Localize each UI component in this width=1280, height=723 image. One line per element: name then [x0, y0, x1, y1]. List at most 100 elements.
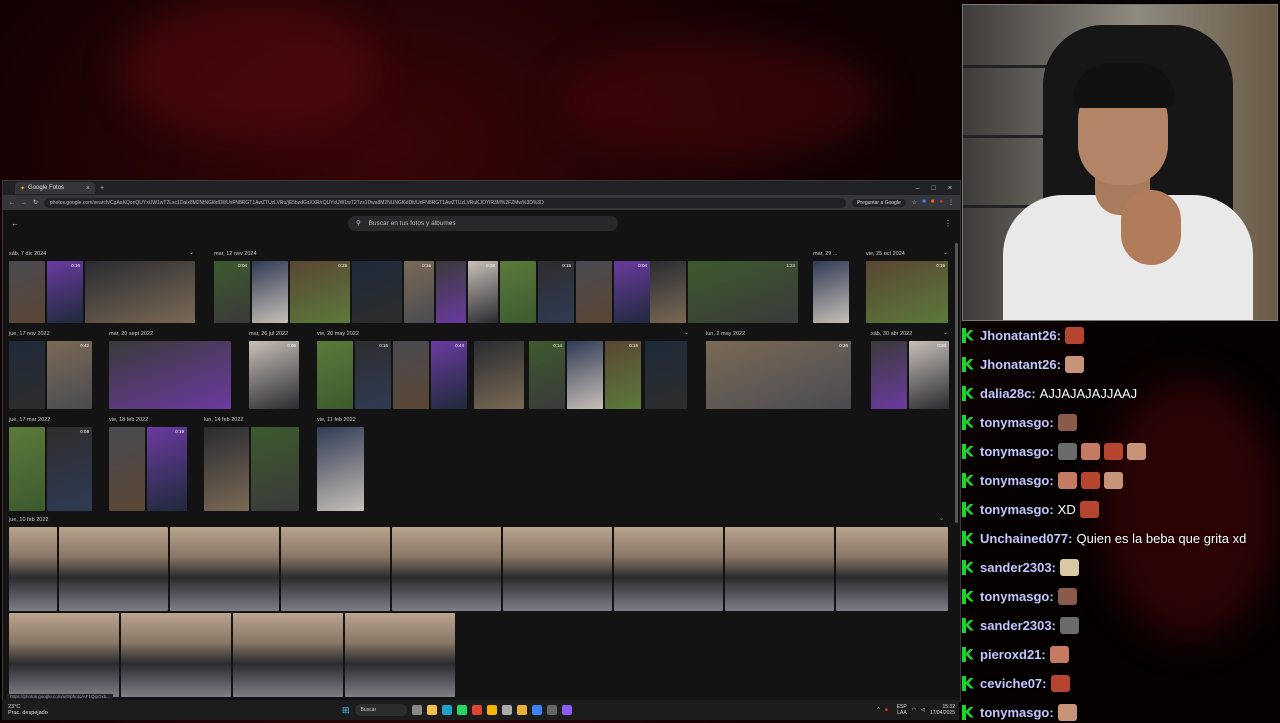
photo-thumbnail[interactable] [352, 261, 402, 323]
clock[interactable]: 15:32 17/04/2025 [930, 704, 955, 716]
file-explorer-icon[interactable] [426, 705, 437, 715]
photo-thumbnail[interactable] [645, 341, 687, 409]
photo-thumbnail[interactable] [9, 261, 45, 323]
bookmark-star-icon[interactable]: ☆ [912, 199, 917, 206]
photo-thumbnail[interactable]: 0:19 [147, 427, 187, 511]
minimize-icon[interactable]: – [916, 185, 920, 192]
photo-thumbnail[interactable] [9, 613, 119, 697]
chat-username[interactable]: tonymasgo: [980, 705, 1054, 720]
app-icon[interactable] [501, 705, 512, 715]
maximize-icon[interactable]: □ [932, 185, 936, 192]
chat-username[interactable]: Unchained077: [980, 531, 1072, 546]
photo-thumbnail[interactable]: 0:44 [431, 341, 467, 409]
photo-thumbnail[interactable] [503, 527, 612, 611]
chat-username[interactable]: sander2303: [980, 618, 1056, 633]
photo-thumbnail[interactable]: 0:06 [249, 341, 299, 409]
photo-thumbnail[interactable] [121, 613, 231, 697]
photo-thumbnail[interactable]: 0:26 [706, 341, 851, 409]
close-window-icon[interactable]: × [948, 185, 952, 192]
start-icon[interactable]: ⊞ [342, 705, 350, 716]
chat-username[interactable]: Jhonatant26: [980, 328, 1061, 343]
collapse-chevron-icon[interactable]: ⌄ [684, 329, 689, 336]
folder-icon[interactable] [516, 705, 527, 715]
chrome-icon[interactable] [486, 705, 497, 715]
photo-thumbnail[interactable] [233, 613, 343, 697]
chat-username[interactable]: tonymasgo: [980, 589, 1054, 604]
photo-thumbnail[interactable] [813, 261, 849, 323]
photo-thumbnail[interactable] [836, 527, 948, 611]
whatsapp-icon[interactable] [456, 705, 467, 715]
new-tab-icon[interactable]: + [100, 185, 104, 192]
collapse-chevron-icon[interactable]: ⌄ [943, 329, 948, 336]
photo-thumbnail[interactable] [9, 527, 57, 611]
photo-thumbnail[interactable] [614, 527, 723, 611]
photo-thumbnail[interactable] [85, 261, 195, 323]
ask-google-button[interactable]: Preguntar a Google [852, 198, 906, 207]
photo-thumbnail[interactable] [204, 427, 249, 511]
photo-thumbnail[interactable] [500, 261, 536, 323]
photo-thumbnail[interactable] [109, 427, 145, 511]
photo-thumbnail[interactable] [576, 261, 612, 323]
chat-username[interactable]: Jhonatant26: [980, 357, 1061, 372]
photo-thumbnail[interactable]: 0:38 [468, 261, 498, 323]
photo-thumbnail[interactable]: 0:29 [290, 261, 350, 323]
photo-thumbnail[interactable] [252, 261, 288, 323]
tray-chevron-icon[interactable]: ^ [877, 707, 879, 713]
photo-thumbnail[interactable] [9, 341, 45, 409]
photo-thumbnail[interactable] [393, 341, 429, 409]
extension-icon[interactable]: ■ [931, 199, 935, 206]
photo-thumbnail[interactable] [251, 427, 299, 511]
photo-thumbnail[interactable]: 0:15 [538, 261, 574, 323]
app-icon[interactable] [531, 705, 542, 715]
collapse-chevron-icon[interactable]: ⌄ [189, 249, 194, 256]
extension-icon[interactable]: ■ [922, 199, 926, 206]
chrome-icon[interactable] [471, 705, 482, 715]
photo-thumbnail[interactable]: 0:04 [214, 261, 250, 323]
photo-thumbnail[interactable] [170, 527, 279, 611]
scrollbar[interactable] [955, 243, 958, 523]
photo-thumbnail[interactable]: 1:24 [688, 261, 798, 323]
photos-search-input[interactable]: ⚲ Buscar en tus fotos y álbumes [348, 215, 618, 231]
chat-username[interactable]: pieroxd21: [980, 647, 1046, 662]
tray-lang[interactable]: ESP LAA [893, 704, 907, 716]
more-options-icon[interactable]: ⋮ [944, 219, 952, 228]
photo-thumbnail[interactable] [109, 341, 231, 409]
chat-username[interactable]: tonymasgo: [980, 415, 1054, 430]
profile-avatar-icon[interactable]: ● [939, 199, 943, 206]
chat-username[interactable]: ceviche07: [980, 676, 1047, 691]
photo-thumbnail[interactable] [725, 527, 834, 611]
photo-thumbnail[interactable]: 0:15 [866, 261, 948, 323]
photo-thumbnail[interactable]: 0:16 [355, 341, 391, 409]
photo-thumbnail[interactable]: 0:09 [47, 427, 92, 511]
chat-username[interactable]: tonymasgo: [980, 502, 1054, 517]
weather-widget[interactable]: 23°C Prac. despejado [8, 704, 48, 716]
tray-app-icon[interactable]: ■ [885, 707, 888, 713]
chat-username[interactable]: dalia28c: [980, 386, 1036, 401]
obs-icon[interactable] [561, 705, 572, 715]
wifi-icon[interactable]: ◠ [912, 707, 916, 713]
edge-icon[interactable] [441, 705, 452, 715]
taskbar-app-icon[interactable] [411, 705, 422, 715]
volume-icon[interactable]: ◁ [921, 707, 925, 713]
photo-thumbnail[interactable] [650, 261, 686, 323]
photo-thumbnail[interactable]: 0:16 [605, 341, 641, 409]
photo-thumbnail[interactable] [281, 527, 390, 611]
chat-username[interactable]: sander2303: [980, 560, 1056, 575]
calculator-icon[interactable] [546, 705, 557, 715]
photo-thumbnail[interactable]: 0:14 [529, 341, 565, 409]
tab-google-photos[interactable]: ✦ Google Fotos × [15, 182, 95, 194]
photo-thumbnail[interactable] [9, 427, 45, 511]
photo-thumbnail[interactable]: 0:16 [47, 261, 83, 323]
close-tab-icon[interactable]: × [86, 185, 90, 192]
photo-thumbnail[interactable] [871, 341, 907, 409]
collapse-chevron-icon[interactable]: ⌄ [943, 249, 948, 256]
reload-icon[interactable]: ↻ [33, 199, 38, 206]
photo-thumbnail[interactable]: 0:04 [614, 261, 650, 323]
photo-thumbnail[interactable] [317, 341, 353, 409]
taskbar-search[interactable]: Buscar [354, 704, 407, 716]
forward-icon[interactable]: → [21, 200, 27, 206]
back-arrow-icon[interactable]: ← [11, 219, 19, 228]
photo-thumbnail[interactable] [59, 527, 168, 611]
back-icon[interactable]: ← [9, 200, 15, 206]
photo-thumbnail[interactable] [436, 261, 466, 323]
